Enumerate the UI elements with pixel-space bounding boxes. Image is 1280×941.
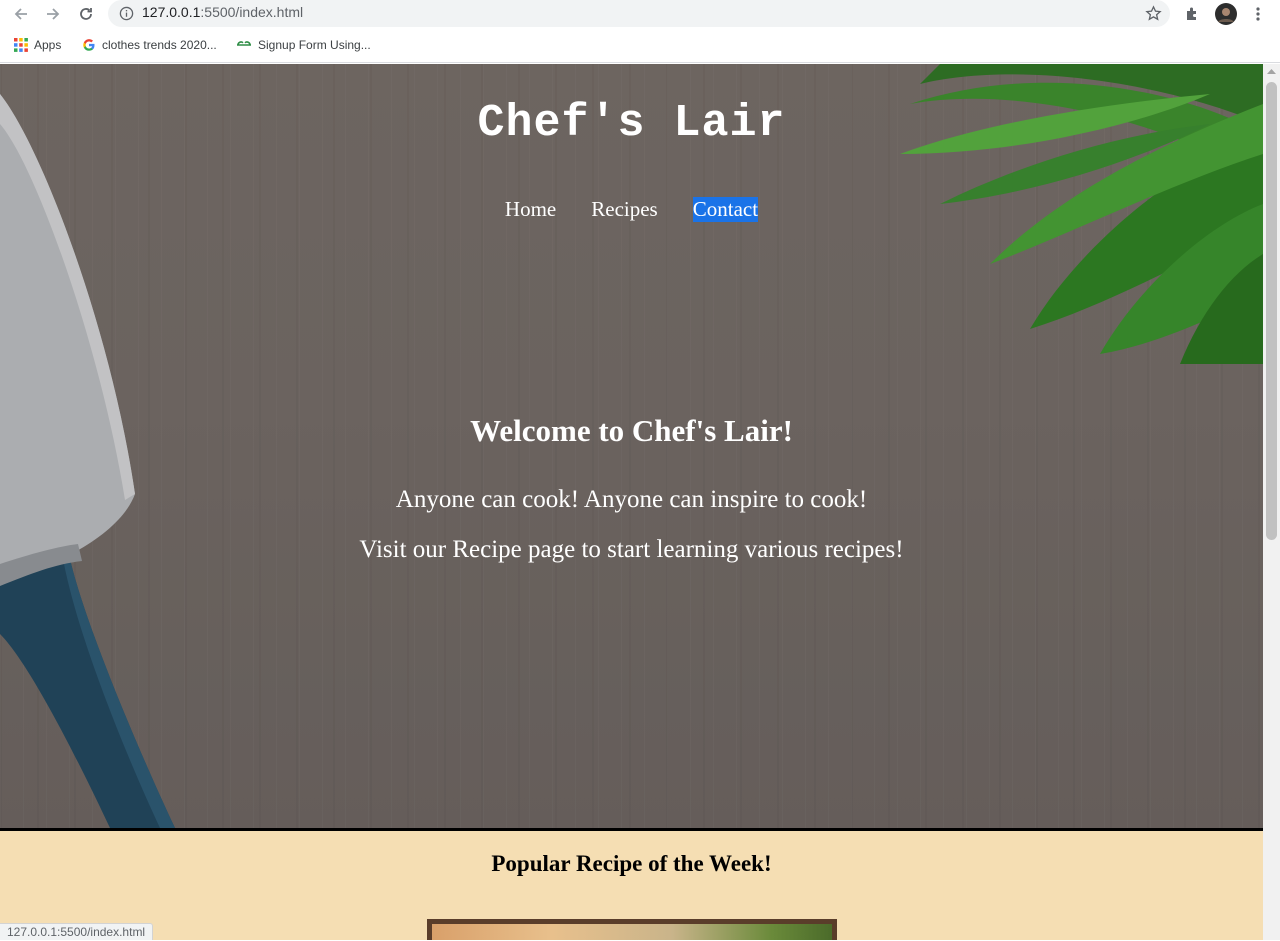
hero-section: Chef's Lair Home Recipes Contact Welcome… [0, 64, 1263, 828]
arrow-right-icon [47, 8, 60, 20]
hero-subtext: Visit our Recipe page to start learning … [359, 536, 904, 563]
url-host: 127.0.0.1 [142, 4, 201, 20]
recipe-image[interactable] [427, 919, 837, 940]
url-text: 127.0.0.1:5500/index.html [142, 4, 303, 20]
popular-heading: Popular Recipe of the Week! [491, 851, 772, 876]
menu-button[interactable] [1246, 2, 1270, 26]
apps-grid-icon [14, 38, 28, 52]
avatar-icon [1215, 3, 1237, 25]
site-title: Chef's Lair [477, 98, 786, 149]
url-path: :5500/index.html [200, 4, 304, 20]
address-bar[interactable]: 127.0.0.1:5500/index.html [108, 0, 1170, 27]
nav-home[interactable]: Home [505, 197, 556, 222]
bookmarks-bar: Apps clothes trends 2020... Signup Form … [0, 28, 1280, 63]
nav-recipes[interactable]: Recipes [591, 197, 657, 222]
gfg-icon [237, 41, 251, 46]
back-button[interactable] [9, 2, 33, 26]
bookmark-clothes-trends[interactable]: clothes trends 2020... [82, 36, 217, 54]
status-url: 127.0.0.1:5500/index.html [0, 923, 154, 940]
forward-button[interactable] [41, 2, 65, 26]
browser-toolbar: 127.0.0.1:5500/index.html [0, 0, 1280, 28]
reload-button[interactable] [74, 2, 98, 26]
reload-icon [80, 8, 92, 20]
kebab-menu-icon [1256, 7, 1260, 21]
puzzle-icon [1187, 7, 1196, 20]
hero-tagline: Anyone can cook! Anyone can inspire to c… [395, 486, 868, 513]
bookmark-label: Signup Form Using... [258, 38, 371, 52]
site-nav: Home Recipes Contact [0, 197, 1263, 222]
bookmark-apps[interactable]: Apps [14, 36, 61, 54]
welcome-heading: Welcome to Chef's Lair! [470, 413, 793, 448]
google-icon [83, 39, 95, 51]
page-scrollbar[interactable] [1263, 64, 1280, 940]
bookmark-label: Apps [34, 38, 62, 52]
star-icon[interactable] [1145, 5, 1162, 22]
bookmark-signup-form[interactable]: Signup Form Using... [236, 36, 371, 54]
scroll-thumb[interactable] [1266, 82, 1277, 540]
nav-contact[interactable]: Contact [692, 197, 759, 222]
bookmark-label: clothes trends 2020... [102, 38, 217, 52]
profile-avatar[interactable] [1214, 2, 1238, 26]
popular-recipe-section: Popular Recipe of the Week! [0, 828, 1263, 940]
arrow-left-icon [14, 8, 27, 20]
scroll-up-icon[interactable] [1267, 68, 1276, 75]
info-icon [119, 6, 134, 21]
extensions-button[interactable] [1181, 2, 1205, 26]
page-viewport: Chef's Lair Home Recipes Contact Welcome… [0, 64, 1263, 940]
